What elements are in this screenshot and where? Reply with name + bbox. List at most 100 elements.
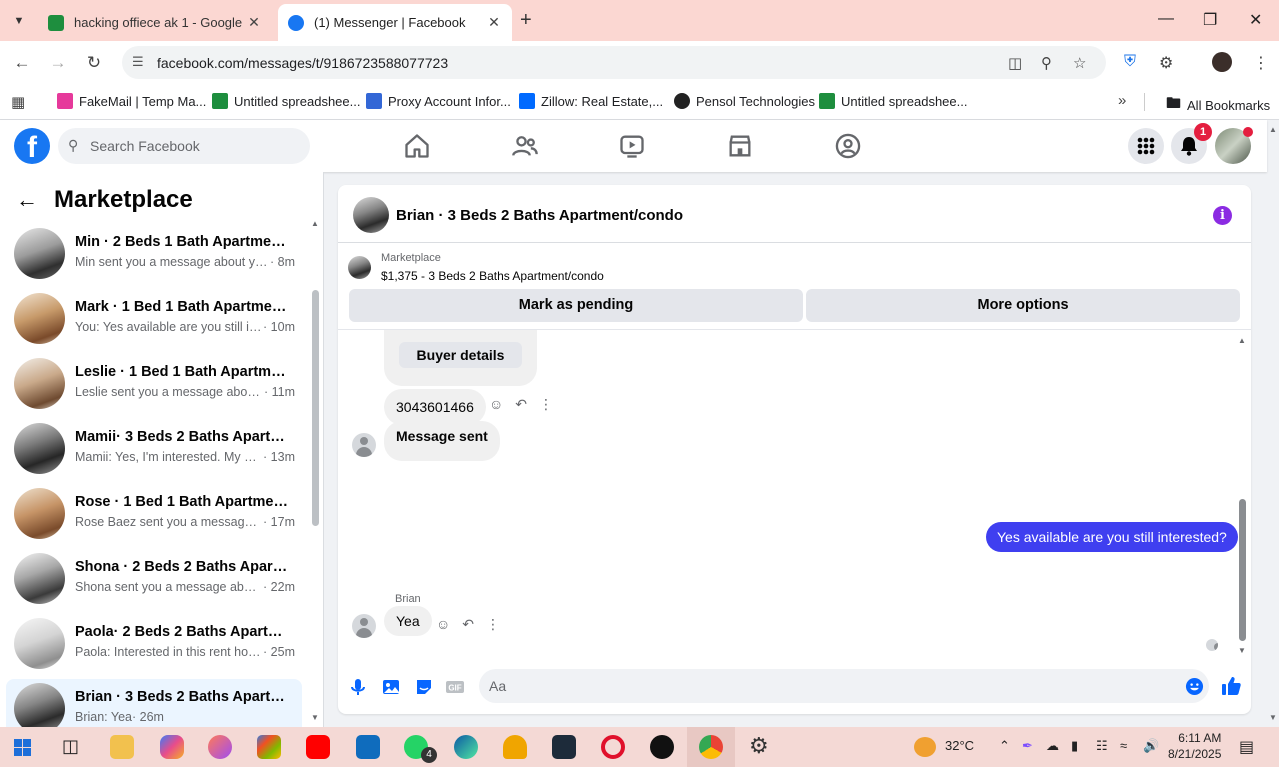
more-actions-icon[interactable]: ⋮ <box>539 396 553 413</box>
sidebar-scrollbar[interactable] <box>312 290 319 526</box>
site-info-icon[interactable]: ☰ <box>132 54 144 70</box>
marketplace-icon[interactable] <box>726 132 754 160</box>
minimize-icon[interactable]: — <box>1158 10 1174 28</box>
bookmark-spreadsheet-2[interactable]: Untitled spreadshee... <box>819 93 967 109</box>
install-app-icon[interactable]: ◫ <box>1008 54 1022 72</box>
device-icon[interactable]: ☷ <box>1096 738 1108 754</box>
groups-icon[interactable] <box>834 132 862 160</box>
new-tab-icon[interactable]: + <box>520 9 532 32</box>
settings-gear-icon[interactable]: ⚙ <box>749 733 769 759</box>
bookmark-spreadsheet-1[interactable]: Untitled spreadshee... <box>212 93 360 109</box>
info-icon[interactable]: i <box>1213 206 1232 225</box>
search-input[interactable]: ⚲ Search Facebook <box>58 128 310 164</box>
bookmark-pensol[interactable]: Pensol Technologies <box>674 93 815 109</box>
wifi-icon[interactable]: ≈ <box>1120 738 1127 753</box>
conversation-mark[interactable]: Mark · 1 Bed 1 Bath Apartment/... You: Y… <box>6 289 302 354</box>
close-tab-icon[interactable]: ✕ <box>246 14 262 31</box>
photo-icon[interactable] <box>381 677 401 697</box>
more-bookmarks-icon[interactable]: » <box>1118 92 1126 109</box>
reload-icon[interactable]: ↻ <box>84 53 104 73</box>
reply-icon[interactable]: ↶ <box>515 396 527 413</box>
microsoft-store-icon[interactable] <box>257 735 281 759</box>
battery-icon[interactable]: ▮ <box>1071 738 1078 754</box>
chat-scrollbar[interactable] <box>1239 499 1246 641</box>
scroll-up-icon[interactable]: ▲ <box>311 219 319 228</box>
more-options-button[interactable]: More options <box>806 289 1240 322</box>
bookmark-zillow[interactable]: Zillow: Real Estate,... <box>519 93 663 109</box>
medal-app-icon[interactable] <box>503 735 527 759</box>
opera-icon[interactable] <box>601 735 625 759</box>
extensions-icon[interactable]: ⚙ <box>1159 53 1173 73</box>
page-scroll-up-icon[interactable]: ▲ <box>1269 125 1277 134</box>
account-avatar[interactable] <box>1215 127 1253 164</box>
weather-temp[interactable]: 32°C <box>945 738 974 753</box>
apps-grid-icon[interactable]: ▦ <box>11 93 25 111</box>
conversation-leslie[interactable]: Leslie · 1 Bed 1 Bath Apartment/... Lesl… <box>6 354 302 419</box>
video-icon[interactable] <box>618 132 646 160</box>
message-reply[interactable]: Yea <box>384 606 432 636</box>
forward-icon[interactable]: → <box>48 53 68 73</box>
conversation-rose[interactable]: Rose · 1 Bed 1 Bath Apartment/c... Rose … <box>6 484 302 549</box>
more-actions-icon[interactable]: ⋮ <box>486 616 500 633</box>
edge-icon[interactable] <box>454 735 478 759</box>
thumbs-up-icon[interactable] <box>1220 675 1242 697</box>
message-input[interactable]: Aa <box>479 669 1209 703</box>
conversation-shona[interactable]: Shona · 2 Beds 2 Baths Apartme... Shona … <box>6 549 302 614</box>
tab-google-sheets[interactable]: hacking offiece ak 1 - Google Sh ✕ <box>38 4 272 41</box>
bookmark-fakemail[interactable]: FakeMail | Temp Ma... <box>57 93 206 109</box>
tab-messenger[interactable]: (1) Messenger | Facebook ✕ <box>278 4 512 41</box>
emoji-icon[interactable] <box>1185 677 1204 696</box>
menu-kebab-icon[interactable]: ⋮ <box>1253 53 1269 73</box>
system-clock[interactable]: 6:11 AM 8/21/2025 <box>1168 730 1221 762</box>
pen-icon[interactable]: ✒ <box>1022 738 1033 754</box>
outlook-icon[interactable] <box>356 735 380 759</box>
profile-avatar[interactable] <box>1212 52 1232 72</box>
gif-icon[interactable]: GIF <box>445 677 465 697</box>
reply-icon[interactable]: ↶ <box>462 616 474 633</box>
menu-grid-button[interactable] <box>1128 128 1164 164</box>
page-scroll-down-icon[interactable]: ▼ <box>1269 713 1277 722</box>
home-icon[interactable] <box>403 132 431 160</box>
sticker-icon[interactable] <box>414 677 434 697</box>
windows-start-icon[interactable] <box>14 739 31 756</box>
bookmark-proxy-account[interactable]: Proxy Account Infor... <box>366 93 511 109</box>
friends-icon[interactable] <box>511 132 539 160</box>
show-hidden-icons-icon[interactable]: ⌃ <box>999 738 1010 754</box>
close-window-icon[interactable]: ✕ <box>1249 10 1262 30</box>
scroll-down-icon[interactable]: ▼ <box>311 713 319 722</box>
message-outgoing[interactable]: Yes available are you still interested? <box>986 522 1238 552</box>
chrome-icon[interactable] <box>699 735 723 759</box>
conversation-paola[interactable]: Paola· 2 Beds 2 Baths Apartmen... Paola:… <box>6 614 302 679</box>
app-icon[interactable] <box>552 735 576 759</box>
close-tab-icon[interactable]: ✕ <box>486 14 502 31</box>
back-icon[interactable]: ← <box>12 53 32 73</box>
restore-icon[interactable]: ❐ <box>1203 10 1217 30</box>
app-icon[interactable] <box>208 735 232 759</box>
react-emoji-icon[interactable]: ☺ <box>489 396 503 413</box>
volume-icon[interactable]: 🔊 <box>1143 738 1159 754</box>
copilot-icon[interactable] <box>160 735 184 759</box>
scroll-down-icon[interactable]: ▼ <box>1238 646 1246 655</box>
back-arrow-icon[interactable]: ← <box>16 187 38 213</box>
microphone-icon[interactable] <box>348 677 368 697</box>
shield-extension-icon[interactable]: ⛨ <box>1124 53 1136 71</box>
tab-search-dropdown-icon[interactable]: ▼ <box>10 12 28 30</box>
buyer-details-button[interactable]: Buyer details <box>399 342 522 368</box>
bookmark-star-icon[interactable]: ☆ <box>1073 54 1086 72</box>
file-explorer-icon[interactable] <box>110 735 134 759</box>
react-emoji-icon[interactable]: ☺ <box>436 616 450 633</box>
listing-price[interactable]: $1,375 - 3 Beds 2 Baths Apartment/condo <box>381 269 604 283</box>
weather-icon[interactable] <box>914 737 936 757</box>
chat-title[interactable]: Brian · 3 Beds 2 Baths Apartment/condo <box>396 207 683 224</box>
facebook-logo[interactable]: f <box>14 128 50 164</box>
task-view-icon[interactable]: ◫ <box>62 736 79 757</box>
listing-avatar[interactable] <box>353 197 389 233</box>
conversation-min[interactable]: Min · 2 Beds 1 Bath Apartment/... Min se… <box>6 224 302 289</box>
address-bar[interactable]: ☰ facebook.com/messages/t/91867235880777… <box>122 46 1106 79</box>
message-phone[interactable]: 3043601466 <box>384 389 486 425</box>
conversation-mamii[interactable]: Mamii· 3 Beds 2 Baths Apartme... Mamii: … <box>6 419 302 484</box>
notification-center-icon[interactable]: ▤ <box>1239 737 1254 757</box>
scroll-up-icon[interactable]: ▲ <box>1238 336 1246 345</box>
youtube-icon[interactable] <box>306 735 330 759</box>
cloud-icon[interactable]: ☁ <box>1046 738 1059 754</box>
